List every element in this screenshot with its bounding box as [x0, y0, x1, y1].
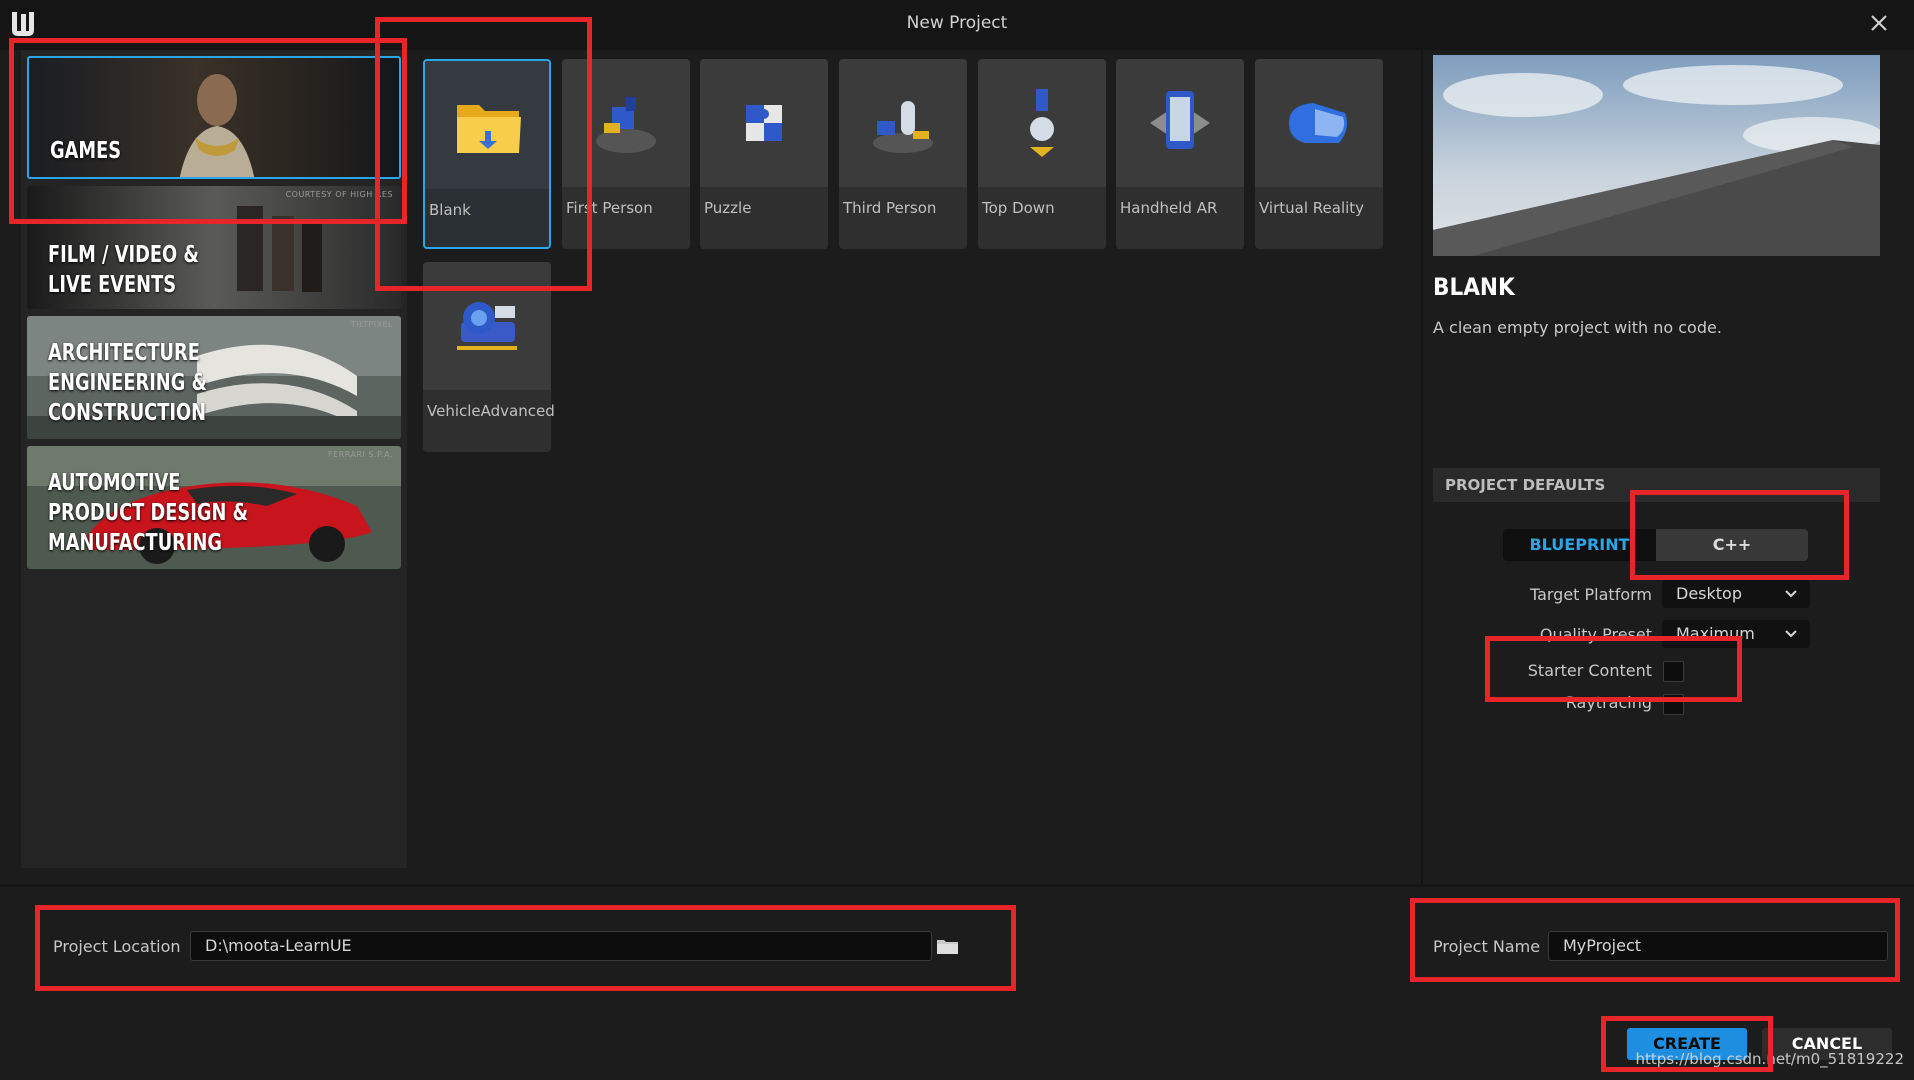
- template-top-down[interactable]: Top Down: [978, 59, 1106, 249]
- project-name-input[interactable]: MyProject: [1548, 931, 1888, 961]
- template-puzzle[interactable]: Puzzle: [700, 59, 828, 249]
- template-label: Puzzle: [704, 199, 752, 217]
- template-virtual-reality[interactable]: Virtual Reality: [1255, 59, 1383, 249]
- project-defaults-header: PROJECT DEFAULTS: [1433, 468, 1880, 502]
- template-blank[interactable]: Blank: [423, 59, 551, 249]
- project-name-label: Project Name: [1433, 937, 1541, 956]
- template-vehicle-advanced[interactable]: VehicleAdvanced: [423, 262, 555, 452]
- template-label: Blank: [429, 201, 471, 219]
- close-icon[interactable]: [1866, 10, 1892, 36]
- input-value: D:\moota-LearnUE: [205, 936, 352, 955]
- chevron-down-icon: [1785, 630, 1797, 638]
- puzzle-icon: [746, 105, 782, 141]
- template-label: Virtual Reality: [1259, 199, 1365, 217]
- bottom-divider: [0, 884, 1914, 887]
- top-down-icon: [1030, 89, 1054, 157]
- preview-description: A clean empty project with no code.: [1433, 318, 1722, 337]
- cpp-toggle[interactable]: C++: [1656, 529, 1808, 561]
- template-label: Third Person: [843, 199, 937, 217]
- first-person-icon: [596, 97, 656, 153]
- starter-content-label: Starter Content: [1527, 661, 1652, 680]
- target-platform-dropdown[interactable]: Desktop: [1662, 580, 1810, 608]
- template-third-person[interactable]: Third Person: [839, 59, 967, 249]
- category-architecture[interactable]: TILTPIXEL ARCHITECTURE ENGINEERING & CON…: [27, 316, 401, 439]
- category-automotive[interactable]: FERRARI S.P.A. AUTOMOTIVE PRODUCT DESIGN…: [27, 446, 401, 569]
- project-location-input[interactable]: D:\moota-LearnUE: [190, 931, 932, 961]
- watermark-text: https://blog.csdn.net/m0_51819222: [1635, 1050, 1904, 1068]
- chevron-down-icon: [1785, 590, 1797, 598]
- vehicle-icon: [457, 302, 517, 350]
- raytracing-checkbox[interactable]: [1663, 694, 1684, 715]
- image-credit: FERRARI S.P.A.: [328, 450, 393, 459]
- project-location-label: Project Location: [53, 937, 181, 956]
- category-label: AUTOMOTIVE PRODUCT DESIGN & MANUFACTURIN…: [48, 470, 249, 556]
- template-label: Handheld AR: [1120, 199, 1218, 217]
- template-label: First Person: [566, 199, 653, 217]
- quality-preset-label: Quality Preset: [1539, 625, 1652, 644]
- folder-browse-icon[interactable]: [937, 938, 958, 954]
- category-label: ARCHITECTURE ENGINEERING & CONSTRUCTION: [48, 340, 208, 426]
- quality-preset-dropdown[interactable]: Maximum: [1662, 620, 1810, 648]
- preview-image: [1433, 55, 1880, 256]
- category-label: GAMES: [50, 138, 122, 164]
- category-label: FILM / VIDEO & LIVE EVENTS: [48, 242, 199, 298]
- dropdown-value: Desktop: [1676, 584, 1742, 603]
- image-credit: TILTPIXEL: [350, 320, 393, 329]
- raytracing-label: Raytracing: [1565, 693, 1652, 712]
- preview-title: BLANK: [1433, 273, 1515, 301]
- phone-ar-icon: [1150, 91, 1210, 149]
- dropdown-value: Maximum: [1676, 624, 1755, 643]
- panel-divider: [1421, 50, 1423, 885]
- third-person-icon: [873, 101, 933, 153]
- template-first-person[interactable]: First Person: [562, 59, 690, 249]
- category-film-video[interactable]: COURTESY OF HIGH RES FILM / VIDEO & LIVE…: [27, 186, 401, 309]
- vr-headset-icon: [1289, 103, 1347, 143]
- section-title: PROJECT DEFAULTS: [1445, 476, 1606, 494]
- window-title: New Project: [906, 13, 1008, 33]
- starter-content-checkbox[interactable]: [1663, 661, 1684, 682]
- target-platform-label: Target Platform: [1529, 585, 1652, 604]
- image-credit: COURTESY OF HIGH RES: [285, 190, 393, 199]
- template-label: Top Down: [982, 199, 1055, 217]
- category-games[interactable]: GAMES: [27, 56, 401, 179]
- folder-icon: [457, 105, 521, 153]
- input-value: MyProject: [1563, 936, 1642, 955]
- blueprint-toggle[interactable]: BLUEPRINT: [1503, 529, 1656, 561]
- title-bar: New Project: [0, 0, 1914, 50]
- template-label: VehicleAdvanced: [427, 402, 555, 420]
- template-handheld-ar[interactable]: Handheld AR: [1116, 59, 1244, 249]
